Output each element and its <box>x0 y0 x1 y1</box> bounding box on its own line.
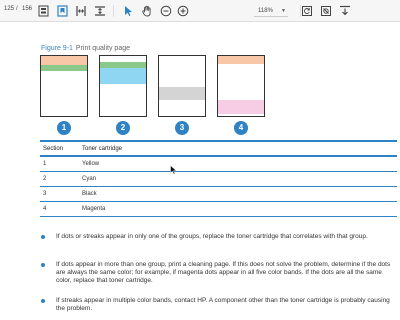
page-number-input[interactable]: 125 <box>2 6 14 12</box>
table-row: 1 Yellow <box>40 157 397 172</box>
page-total: 156 <box>22 6 33 12</box>
cell-toner: Cyan <box>82 176 97 182</box>
hand-tool-icon[interactable] <box>140 4 154 18</box>
cell-section: 2 <box>43 176 47 182</box>
zoom-out-icon[interactable] <box>159 4 173 18</box>
thumbnails-icon[interactable] <box>36 4 50 18</box>
zoom-select[interactable]: 118% ▼ <box>254 5 288 17</box>
zoom-dropdown-icon: ▼ <box>281 8 286 14</box>
bullet-text: If dots appear in more than one group, p… <box>56 261 391 284</box>
print-page-2 <box>99 55 147 117</box>
figure-label: Figure 9-1 <box>41 45 73 52</box>
bullet-text: If dots or streaks appear in only one of… <box>56 233 368 240</box>
magenta-band <box>218 100 264 114</box>
gray-band <box>159 87 205 100</box>
bullet-icon <box>41 299 45 303</box>
section-number-2: 2 <box>116 121 130 135</box>
cell-toner: Black <box>82 191 97 197</box>
bullet-icon <box>41 263 45 267</box>
zoom-value: 118% <box>258 8 273 14</box>
cell-section: 3 <box>43 191 47 197</box>
green-band <box>41 65 87 71</box>
cyan-band <box>100 68 146 84</box>
toner-table: Section Toner cartridge 1 Yellow 2 Cyan … <box>40 140 397 217</box>
zoom-in-icon[interactable] <box>176 4 190 18</box>
download-icon[interactable] <box>338 4 352 18</box>
section-number-4: 4 <box>234 121 248 135</box>
table-row: 3 Black <box>40 187 397 202</box>
fit-width-icon[interactable] <box>74 4 88 18</box>
print-page-4 <box>217 55 265 117</box>
fit-page-icon[interactable] <box>93 4 107 18</box>
orange-band <box>41 56 87 65</box>
figure-caption: Figure 9-1 Print quality page <box>41 45 130 52</box>
pdf-toolbar: 125 / 156 118% ▼ <box>0 0 400 22</box>
page-separator: / <box>16 6 18 12</box>
toolbar-divider <box>113 5 114 17</box>
bullet-icon <box>41 235 45 239</box>
cell-toner: Magenta <box>82 206 106 212</box>
orange-band <box>218 56 264 64</box>
section-number-1: 1 <box>57 121 71 135</box>
print-icon[interactable] <box>319 4 333 18</box>
table-row: 4 Magenta <box>40 202 397 217</box>
print-page-3 <box>158 55 206 117</box>
rotate-icon[interactable] <box>300 4 314 18</box>
figure-title: Print quality page <box>75 45 130 52</box>
cell-section: 4 <box>43 206 47 212</box>
cell-toner: Yellow <box>82 161 100 167</box>
bullet-text: If streaks appear in multiple color band… <box>56 297 390 312</box>
header-toner-cartridge: Toner cartridge <box>82 146 123 152</box>
bookmark-icon[interactable] <box>55 4 69 18</box>
header-section: Section <box>43 146 64 152</box>
table-header: Section Toner cartridge <box>40 142 397 157</box>
select-cursor-icon[interactable] <box>121 4 135 18</box>
mouse-cursor-icon <box>170 162 177 180</box>
print-page-1 <box>40 55 88 117</box>
section-number-3: 3 <box>175 121 189 135</box>
table-row: 2 Cyan <box>40 172 397 187</box>
cell-section: 1 <box>43 161 47 167</box>
